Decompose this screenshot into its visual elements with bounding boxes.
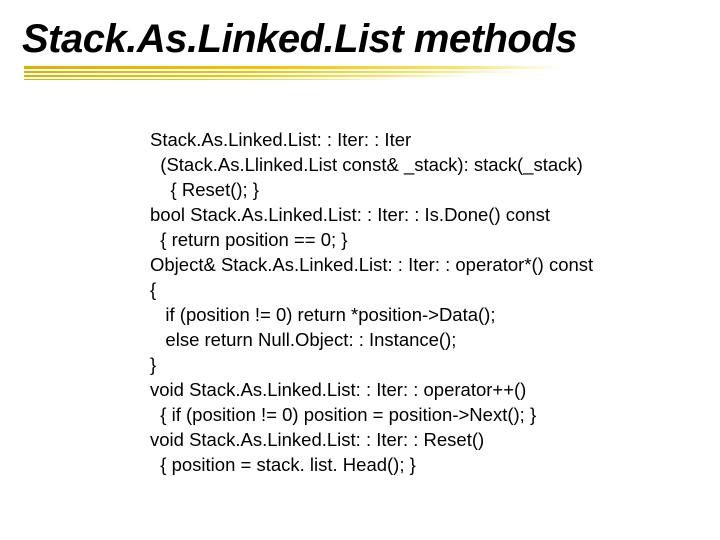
slide-title: Stack.As.Linked.List methods (22, 18, 698, 60)
code-line: bool Stack.As.Linked.List: : Iter: : Is.… (150, 203, 680, 228)
slide: Stack.As.Linked.List methods Stack.As.Li… (0, 0, 720, 540)
underline-line (24, 66, 564, 69)
underline-line (24, 79, 404, 80)
code-line: (Stack.As.Llinked.List const& _stack): s… (150, 153, 680, 178)
underline-line (24, 75, 474, 77)
code-line: void Stack.As.Linked.List: : Iter: : Res… (150, 428, 680, 453)
code-line: { return position == 0; } (150, 228, 680, 253)
title-block: Stack.As.Linked.List methods (22, 18, 698, 82)
code-line: void Stack.As.Linked.List: : Iter: : ope… (150, 378, 680, 403)
code-line: { (150, 278, 680, 303)
code-block: Stack.As.Linked.List: : Iter: : Iter (St… (150, 128, 680, 478)
title-underline (24, 66, 564, 80)
code-line: else return Null.Object: : Instance(); (150, 328, 680, 353)
code-line: { if (position != 0) position = position… (150, 403, 680, 428)
underline-line (24, 71, 524, 73)
code-line: Object& Stack.As.Linked.List: : Iter: : … (150, 253, 680, 278)
code-line: if (position != 0) return *position->Dat… (150, 303, 680, 328)
code-line: { position = stack. list. Head(); } (150, 453, 680, 478)
code-line: } (150, 353, 680, 378)
code-line: { Reset(); } (150, 178, 680, 203)
code-line: Stack.As.Linked.List: : Iter: : Iter (150, 128, 680, 153)
